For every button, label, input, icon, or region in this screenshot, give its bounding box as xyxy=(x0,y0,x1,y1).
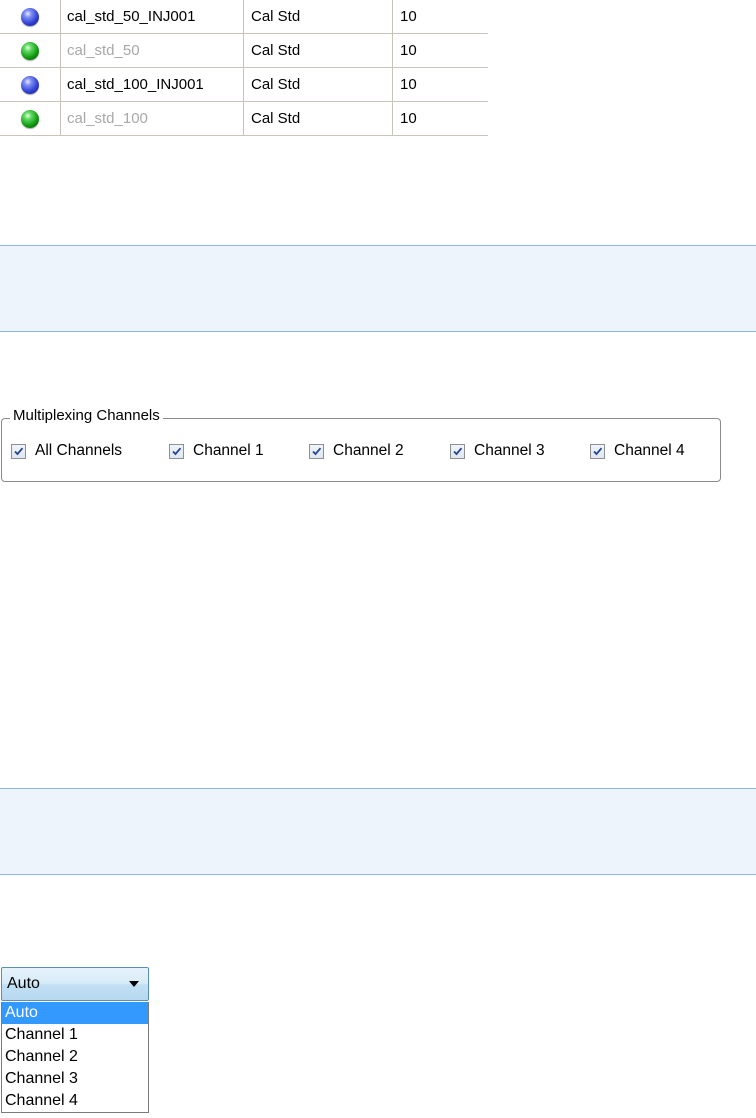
checkbox-checked-icon[interactable] xyxy=(169,443,184,459)
info-band xyxy=(0,788,756,875)
dropdown-option-auto[interactable]: Auto xyxy=(2,1002,148,1024)
table-row[interactable]: cal_std_100 Cal Std 10 xyxy=(0,101,488,136)
dropdown-option-channel-3[interactable]: Channel 3 xyxy=(2,1068,148,1090)
blue-ball-icon xyxy=(21,75,39,94)
chevron-down-icon[interactable] xyxy=(129,981,139,987)
checkbox-label: All Channels xyxy=(35,442,123,459)
checkbox-channel-4[interactable]: Channel 4 xyxy=(590,441,685,461)
channel-select-value: Auto xyxy=(7,975,40,992)
blue-ball-icon xyxy=(21,7,39,26)
sample-name-cell[interactable]: cal_std_100_INJ001 xyxy=(60,67,244,102)
table-row[interactable]: cal_std_100_INJ001 Cal Std 10 xyxy=(0,67,488,102)
status-cell xyxy=(0,67,61,102)
dropdown-option-channel-2[interactable]: Channel 2 xyxy=(2,1046,148,1068)
checkbox-checked-icon[interactable] xyxy=(309,443,324,459)
sample-name-cell[interactable]: cal_std_50 xyxy=(60,33,244,68)
sample-name-cell[interactable]: cal_std_100 xyxy=(60,101,244,136)
sample-name-cell[interactable]: cal_std_50_INJ001 xyxy=(60,0,244,34)
checkbox-label: Channel 3 xyxy=(474,442,545,459)
info-band xyxy=(0,245,756,332)
status-cell xyxy=(0,0,61,34)
checkbox-channel-3[interactable]: Channel 3 xyxy=(450,441,545,461)
dropdown-option-channel-4[interactable]: Channel 4 xyxy=(2,1090,148,1112)
sample-type-cell[interactable]: Cal Std xyxy=(243,33,393,68)
status-cell xyxy=(0,33,61,68)
sample-type-cell[interactable]: Cal Std xyxy=(243,0,393,34)
checkbox-channel-1[interactable]: Channel 1 xyxy=(169,441,264,461)
status-cell xyxy=(0,101,61,136)
checkbox-checked-icon[interactable] xyxy=(11,443,26,459)
sample-table: cal_std_50_INJ001 Cal Std 10 cal_std_50 … xyxy=(0,0,488,136)
channel-dropdown-list: Auto Channel 1 Channel 2 Channel 3 Chann… xyxy=(1,1002,149,1113)
checkbox-label: Channel 2 xyxy=(333,442,404,459)
checkbox-channel-2[interactable]: Channel 2 xyxy=(309,441,404,461)
green-ball-icon xyxy=(21,41,39,60)
checkbox-all-channels[interactable]: All Channels xyxy=(11,441,122,461)
sample-value-cell[interactable]: 10 xyxy=(392,0,488,34)
sample-value-cell[interactable]: 10 xyxy=(392,101,488,136)
sample-type-cell[interactable]: Cal Std xyxy=(243,67,393,102)
checkbox-label: Channel 4 xyxy=(614,442,685,459)
table-row[interactable]: cal_std_50 Cal Std 10 xyxy=(0,33,488,68)
dropdown-option-channel-1[interactable]: Channel 1 xyxy=(2,1024,148,1046)
checkbox-checked-icon[interactable] xyxy=(450,443,465,459)
sample-value-cell[interactable]: 10 xyxy=(392,67,488,102)
green-ball-icon xyxy=(21,109,39,128)
table-row[interactable]: cal_std_50_INJ001 Cal Std 10 xyxy=(0,0,488,34)
checkbox-checked-icon[interactable] xyxy=(590,443,605,459)
sample-value-cell[interactable]: 10 xyxy=(392,33,488,68)
group-legend: Multiplexing Channels xyxy=(10,405,163,427)
sample-type-cell[interactable]: Cal Std xyxy=(243,101,393,136)
channel-select[interactable]: Auto xyxy=(1,967,149,1001)
checkbox-label: Channel 1 xyxy=(193,442,264,459)
